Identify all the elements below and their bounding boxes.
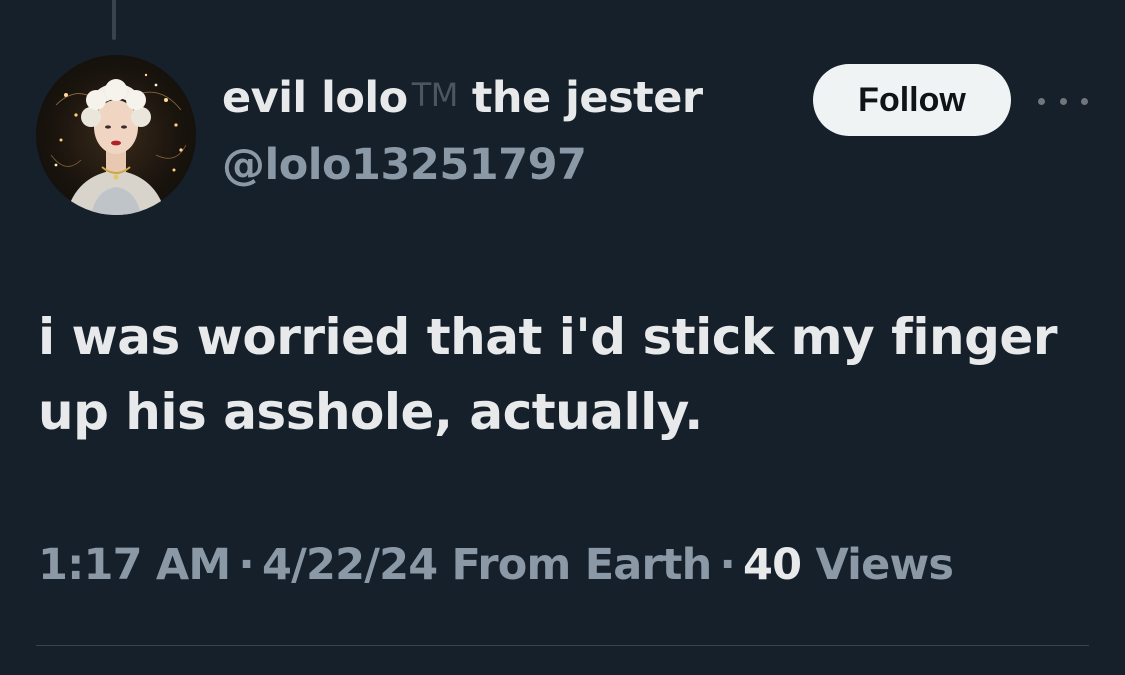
- avatar-image: [50, 73, 187, 215]
- views-count[interactable]: 40: [743, 540, 802, 590]
- author-handle[interactable]: @lolo13251797: [222, 140, 587, 190]
- more-dots-icon[interactable]: [1038, 86, 1088, 116]
- tweet-date[interactable]: 4/22/24: [262, 540, 438, 590]
- tweet-time[interactable]: 1:17 AM: [38, 540, 231, 590]
- trademark-symbol: TM: [411, 76, 459, 114]
- tweet-source: From Earth: [451, 540, 713, 590]
- tweet-metadata: 1:17 AM · 4/22/24 From Earth · 40 Views: [38, 540, 954, 590]
- tweet-text: i was worried that i'd stick my finger u…: [38, 308, 1058, 441]
- author-display-name[interactable]: evil lolo TM the jester: [222, 73, 703, 123]
- follow-button[interactable]: Follow: [813, 64, 1011, 136]
- more-dot: [1081, 97, 1088, 105]
- views-label[interactable]: Views: [815, 540, 954, 590]
- thread-connector-line: [112, 0, 116, 40]
- meta-separator: ·: [719, 540, 736, 590]
- more-dot: [1038, 97, 1045, 105]
- display-name-text: evil lolo: [222, 73, 408, 123]
- divider: [36, 645, 1089, 646]
- avatar[interactable]: [36, 55, 196, 215]
- more-dot: [1059, 97, 1067, 105]
- display-name-suffix: the jester: [471, 73, 703, 123]
- tweet-card: evil lolo TM the jester @lolo13251797 Foll…: [0, 0, 1125, 675]
- meta-separator: ·: [238, 540, 254, 590]
